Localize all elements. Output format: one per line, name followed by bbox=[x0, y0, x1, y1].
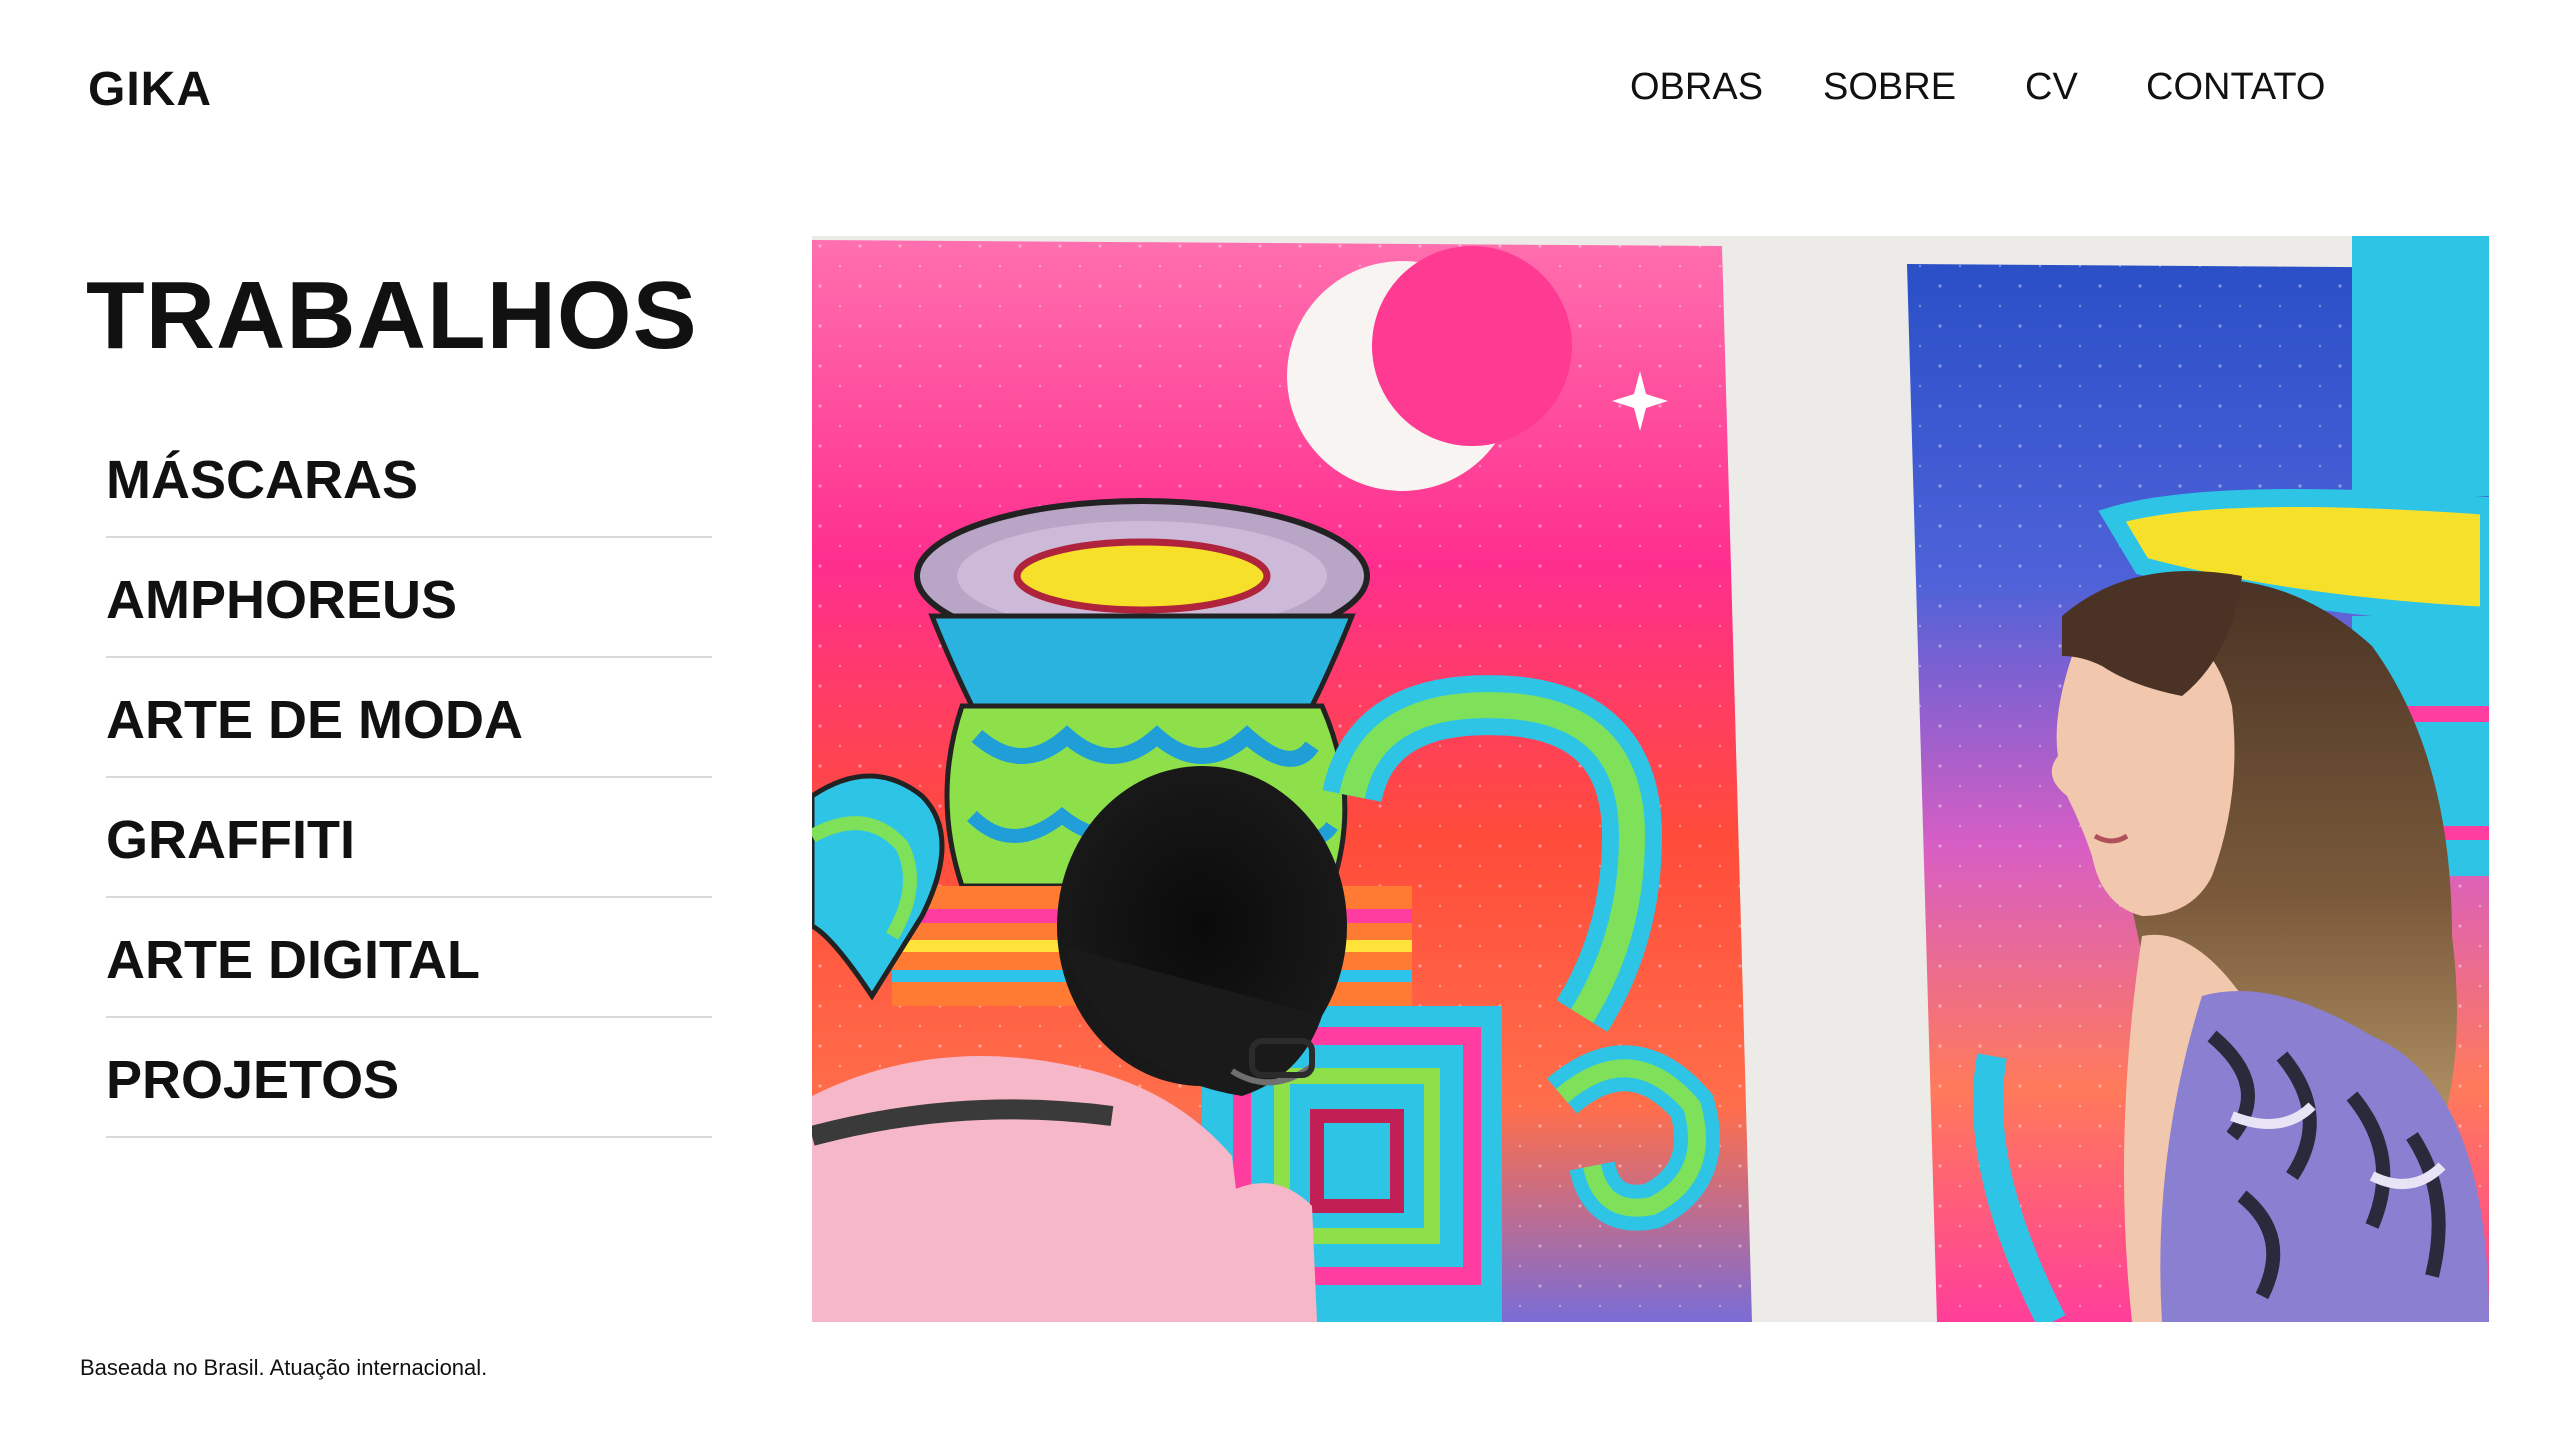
category-link-arte-digital[interactable]: ARTE DIGITAL bbox=[106, 925, 480, 991]
category-item-graffiti: GRAFFITI bbox=[106, 780, 712, 898]
site-logo[interactable]: GIKA bbox=[88, 62, 212, 117]
category-link-amphoreus[interactable]: AMPHOREUS bbox=[106, 565, 457, 631]
hero-photo-illustration bbox=[812, 236, 2489, 1322]
works-category-list: MÁSCARAS AMPHOREUS ARTE DE MODA GRAFFITI… bbox=[106, 420, 712, 1140]
hero-artwork-photo bbox=[812, 236, 2489, 1322]
category-link-arte-de-moda[interactable]: ARTE DE MODA bbox=[106, 685, 523, 751]
nav-link-obras[interactable]: OBRAS bbox=[1630, 66, 1763, 109]
category-link-projetos[interactable]: PROJETOS bbox=[106, 1045, 399, 1111]
nav-link-contato[interactable]: CONTATO bbox=[2146, 66, 2325, 109]
category-item-amphoreus: AMPHOREUS bbox=[106, 540, 712, 658]
category-item-arte-digital: ARTE DIGITAL bbox=[106, 900, 712, 1018]
nav-link-sobre[interactable]: SOBRE bbox=[1823, 66, 1956, 109]
category-link-mascaras[interactable]: MÁSCARAS bbox=[106, 445, 418, 511]
category-item-arte-de-moda: ARTE DE MODA bbox=[106, 660, 712, 778]
category-item-mascaras: MÁSCARAS bbox=[106, 420, 712, 538]
footer-location-note: Baseada no Brasil. Atuação internacional… bbox=[80, 1355, 488, 1380]
page-title: TRABALHOS bbox=[86, 262, 698, 369]
category-link-graffiti[interactable]: GRAFFITI bbox=[106, 805, 355, 871]
nav-link-cv[interactable]: CV bbox=[2025, 66, 2078, 109]
category-item-projetos: PROJETOS bbox=[106, 1020, 712, 1138]
page: GIKA OBRAS SOBRE CV CONTATO TRABALHOS MÁ… bbox=[0, 0, 2562, 1440]
